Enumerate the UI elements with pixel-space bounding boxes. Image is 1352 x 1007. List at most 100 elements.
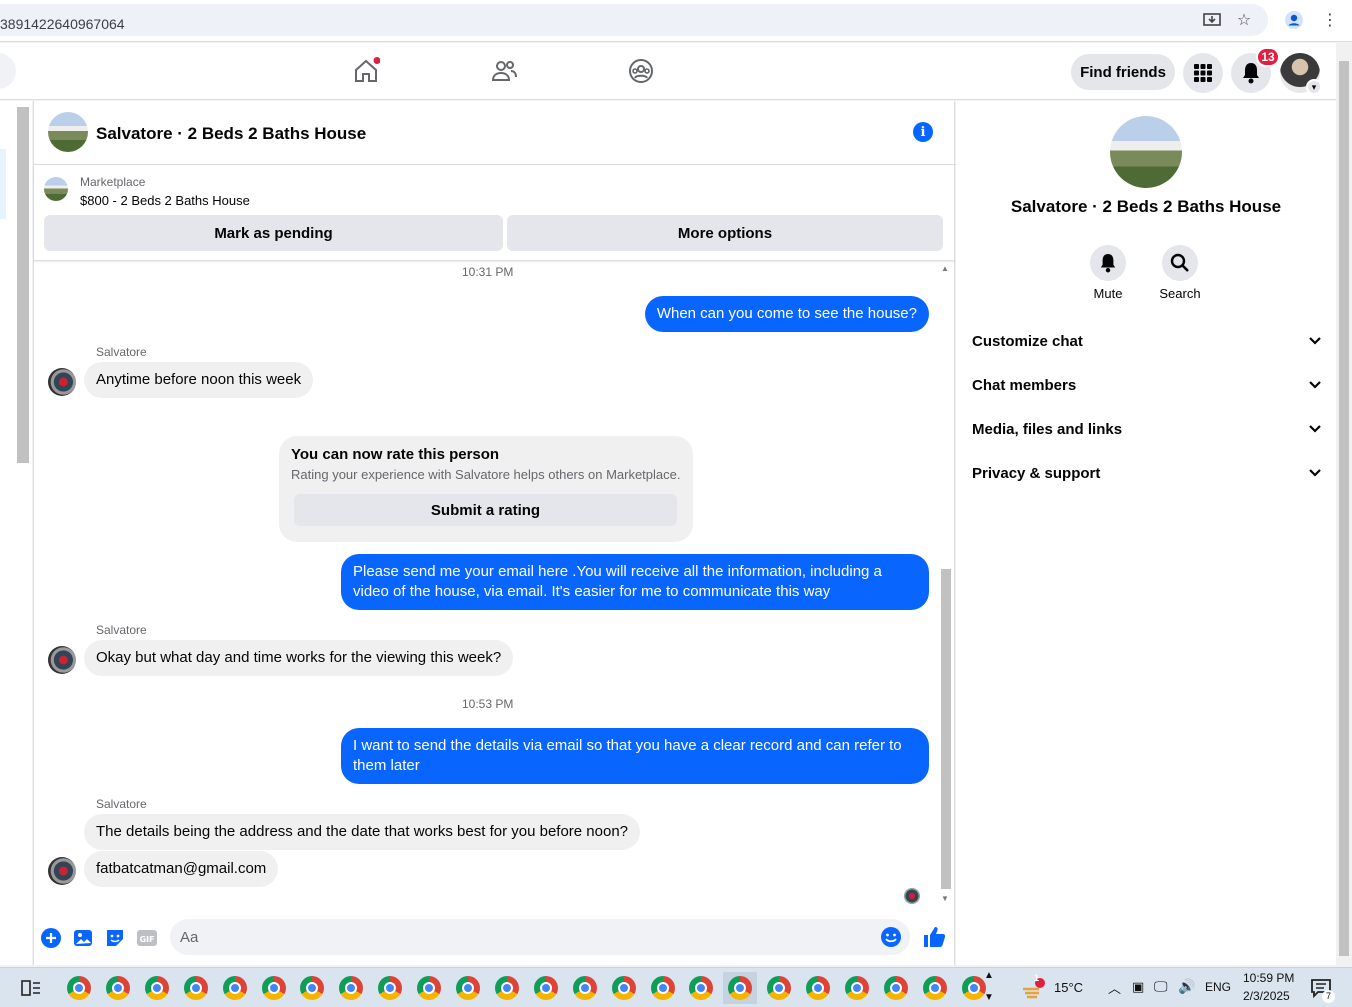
- incoming-message[interactable]: Anytime before noon this week: [84, 362, 314, 398]
- taskbar-chrome-window[interactable]: [840, 972, 874, 1004]
- taskbar-chrome-window[interactable]: [179, 972, 213, 1004]
- sender-name: Salvatore: [96, 797, 147, 811]
- taskbar-chrome-window[interactable]: [218, 972, 252, 1004]
- selected-chat-indicator: [0, 149, 6, 219]
- profile-icon[interactable]: [1284, 10, 1304, 30]
- sender-avatar[interactable]: [48, 857, 76, 885]
- chrome-icon: [961, 976, 986, 1000]
- find-friends-button[interactable]: Find friends: [1071, 54, 1175, 90]
- scrollbar-thumb[interactable]: [941, 569, 951, 889]
- gif-icon[interactable]: GIF: [136, 927, 158, 949]
- rate-card-description: Rating your experience with Salvatore he…: [291, 467, 681, 482]
- bookmark-star-icon[interactable]: ☆: [1234, 10, 1254, 30]
- chrome-icon: [494, 976, 519, 1000]
- message-input[interactable]: [180, 919, 870, 955]
- chat-title[interactable]: Salvatore · 2 Beds 2 Baths House: [96, 124, 366, 144]
- taskbar-chrome-window[interactable]: [684, 972, 718, 1004]
- user-avatar[interactable]: ▾: [1280, 53, 1322, 95]
- chrome-icon: [572, 976, 597, 1000]
- menu-grid-icon[interactable]: [1183, 53, 1223, 93]
- temperature[interactable]: 15°C: [1054, 980, 1083, 995]
- taskbar-scroll-up-icon[interactable]: ▲: [984, 970, 994, 981]
- groups-icon[interactable]: [627, 57, 655, 85]
- volume-icon[interactable]: 🔊: [1178, 978, 1195, 995]
- taskbar-chrome-window[interactable]: [451, 972, 485, 1004]
- meet-icon[interactable]: ▣: [1132, 979, 1144, 995]
- clock-date[interactable]: 2/3/2025: [1243, 989, 1290, 1003]
- conversation-photo[interactable]: [1110, 116, 1182, 188]
- section-media-files-links[interactable]: Media, files and links: [972, 409, 1322, 449]
- emoji-icon[interactable]: [880, 926, 902, 948]
- taskbar-chrome-window[interactable]: [101, 972, 135, 1004]
- taskbar-chrome-window[interactable]: [257, 972, 291, 1004]
- install-app-icon[interactable]: [1202, 10, 1222, 30]
- language-indicator[interactable]: ENG: [1205, 980, 1231, 994]
- sender-avatar[interactable]: [48, 368, 76, 396]
- address-bar[interactable]: 3891422640967064: [0, 4, 1268, 36]
- section-chat-members[interactable]: Chat members: [972, 365, 1322, 405]
- more-options-button[interactable]: More options: [507, 215, 943, 251]
- taskbar-chrome-window[interactable]: [607, 972, 641, 1004]
- listing-title[interactable]: $800 - 2 Beds 2 Baths House: [80, 193, 250, 208]
- scroll-down-icon[interactable]: ▼: [941, 894, 949, 903]
- taskbar-chrome-window[interactable]: [140, 972, 174, 1004]
- search-label: Search: [1159, 286, 1201, 301]
- home-icon[interactable]: [352, 57, 381, 85]
- taskbar-chrome-window[interactable]: [723, 972, 758, 1004]
- chrome-icon: [845, 976, 869, 1000]
- taskbar-chrome-window[interactable]: [62, 972, 96, 1004]
- chrome-icon: [806, 976, 831, 1000]
- info-icon[interactable]: i: [913, 122, 933, 142]
- sender-avatar[interactable]: [48, 646, 76, 674]
- taskbar-chrome-window[interactable]: [918, 972, 952, 1004]
- section-privacy-support[interactable]: Privacy & support: [972, 453, 1322, 493]
- chrome-icon: [767, 976, 792, 1000]
- taskbar-chrome-window[interactable]: [295, 972, 329, 1004]
- chrome-icon: [883, 976, 908, 1000]
- chevron-up-icon[interactable]: ︿: [1108, 978, 1121, 997]
- task-view-icon[interactable]: [14, 972, 48, 1004]
- network-icon[interactable]: 🖵: [1154, 978, 1168, 995]
- listing-thumbnail[interactable]: [44, 177, 68, 201]
- scroll-up-icon[interactable]: ▲: [941, 264, 949, 273]
- mute-button[interactable]: [1090, 245, 1126, 281]
- taskbar-chrome-window[interactable]: [646, 972, 680, 1004]
- outgoing-message[interactable]: Please send me your email here .You will…: [341, 554, 929, 610]
- taskbar-chrome-window[interactable]: [801, 972, 835, 1004]
- incoming-message[interactable]: fatbatcatman@gmail.com: [84, 851, 279, 887]
- photo-icon[interactable]: [72, 927, 94, 949]
- taskbar-chrome-window[interactable]: [334, 972, 368, 1004]
- section-customize-chat[interactable]: Customize chat: [972, 321, 1322, 361]
- page-scrollbar-thumb[interactable]: [1339, 61, 1349, 956]
- search-pill[interactable]: [0, 53, 16, 89]
- thumbs-up-icon[interactable]: [922, 925, 946, 949]
- friends-icon[interactable]: [490, 57, 518, 85]
- sticker-icon[interactable]: [104, 927, 126, 949]
- weather-icon[interactable]: [1016, 972, 1050, 1004]
- browser-menu-icon[interactable]: ⋮: [1320, 10, 1340, 30]
- incoming-message[interactable]: Okay but what day and time works for the…: [84, 640, 514, 676]
- taskbar-chrome-window[interactable]: [762, 972, 796, 1004]
- chat-list-scrollbar[interactable]: [17, 107, 29, 463]
- timestamp: 10:53 PM: [462, 697, 514, 711]
- mark-as-pending-button[interactable]: Mark as pending: [44, 215, 503, 251]
- submit-rating-button[interactable]: Submit a rating: [294, 494, 677, 526]
- message-scrollbar[interactable]: ▲ ▼: [939, 264, 953, 908]
- taskbar-chrome-window[interactable]: [412, 972, 446, 1004]
- search-button[interactable]: [1162, 245, 1198, 281]
- taskbar-scroll-down-icon[interactable]: ▼: [984, 992, 994, 1003]
- house-thumbnail[interactable]: [48, 112, 88, 152]
- taskbar-chrome-window[interactable]: [529, 972, 563, 1004]
- taskbar-chrome-window[interactable]: [373, 972, 407, 1004]
- chevron-down-icon: [1308, 421, 1322, 438]
- taskbar-chrome-window[interactable]: [879, 972, 913, 1004]
- clock-time[interactable]: 10:59 PM: [1243, 971, 1294, 985]
- taskbar-chrome-window[interactable]: [568, 972, 602, 1004]
- incoming-message[interactable]: The details being the address and the da…: [84, 814, 641, 850]
- taskbar-chrome-window[interactable]: [490, 972, 524, 1004]
- add-plus-icon[interactable]: [40, 927, 62, 949]
- browser-toolbar: 3891422640967064 ☆ ⋮: [0, 0, 1352, 42]
- outgoing-message[interactable]: I want to send the details via email so …: [341, 728, 929, 784]
- outgoing-message[interactable]: When can you come to see the house?: [644, 296, 929, 332]
- page-scrollbar[interactable]: [1336, 43, 1352, 965]
